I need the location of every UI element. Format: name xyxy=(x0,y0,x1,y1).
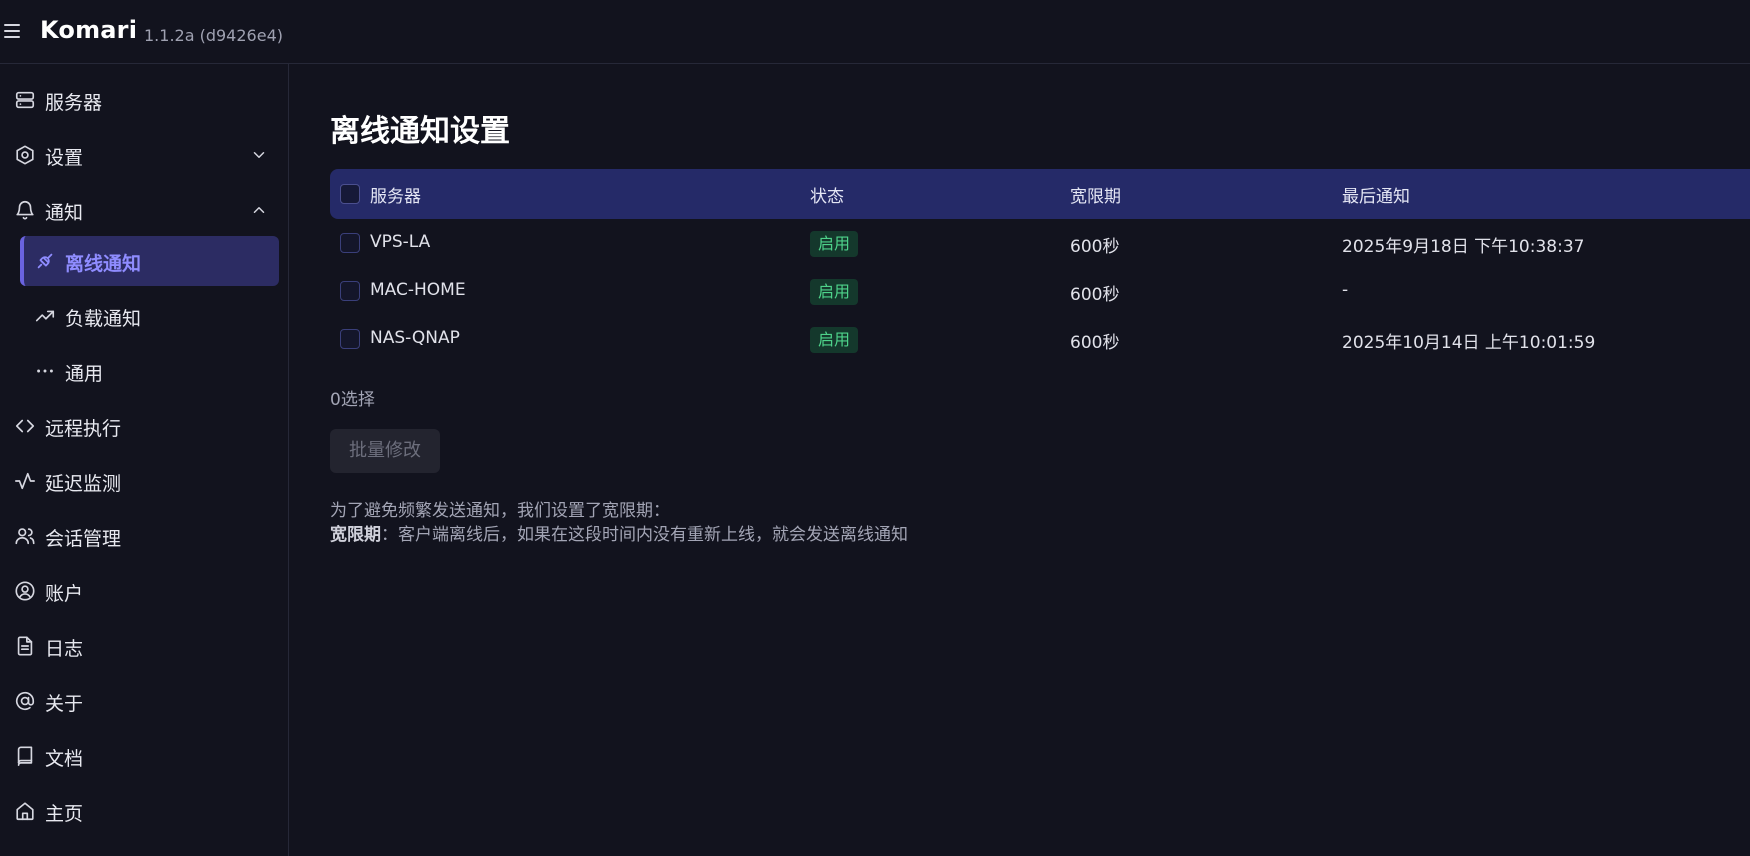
sidebar-item-home[interactable]: 主页 xyxy=(0,787,289,835)
select-all-checkbox[interactable] xyxy=(340,184,360,204)
plug-icon xyxy=(34,250,56,272)
sidebar-item-label: 远程执行 xyxy=(45,418,122,440)
status-badge: 启用 xyxy=(810,279,859,305)
last-notified: 2025年10月14日 上午10:01:59 xyxy=(1342,333,1596,353)
user-circle-icon xyxy=(14,580,36,602)
sidebar-item-label: 通用 xyxy=(65,363,104,385)
sidebar-item-label: 账户 xyxy=(45,583,84,605)
table-row[interactable]: MAC-HOME 启用 600秒 - xyxy=(330,267,1750,315)
trend-up-icon xyxy=(34,305,56,327)
home-icon xyxy=(14,800,36,822)
sidebar-item-load-notifications[interactable]: 负载通知 xyxy=(0,292,289,340)
sidebar-item-settings[interactable]: 设置 xyxy=(0,131,289,179)
grace-note-intro: 为了避免频繁发送通知，我们设置了宽限期： xyxy=(330,501,670,521)
selected-count: 0选择 xyxy=(330,390,375,410)
code-icon xyxy=(14,415,36,437)
sidebar-item-about[interactable]: 关于 xyxy=(0,677,289,725)
sidebar-item-label: 服务器 xyxy=(45,92,103,114)
sidebar-item-label: 通知 xyxy=(45,202,84,224)
grace-period: 600秒 xyxy=(1070,285,1120,305)
top-bar: Komari 1.1.2a (d9426e4) xyxy=(0,0,1750,64)
sidebar: 服务器 设置 通知 离线通知 负载通知 通用 远程执行 延迟监测 会话管理 账户… xyxy=(0,64,289,856)
status-badge: 启用 xyxy=(810,231,859,257)
sidebar-item-label: 延迟监测 xyxy=(45,473,122,495)
bell-icon xyxy=(14,199,36,221)
sidebar-item-general[interactable]: 通用 xyxy=(0,347,289,395)
row-checkbox[interactable] xyxy=(340,329,360,349)
sidebar-item-docs[interactable]: 文档 xyxy=(0,732,289,780)
server-icon xyxy=(14,89,36,111)
sidebar-item-servers[interactable]: 服务器 xyxy=(0,76,289,124)
column-header-status[interactable]: 状态 xyxy=(810,182,844,207)
server-name: MAC-HOME xyxy=(370,280,466,300)
sidebar-item-label: 离线通知 xyxy=(65,253,142,275)
chevron-down-icon xyxy=(250,146,268,164)
column-header-server[interactable]: 服务器 xyxy=(370,182,421,207)
book-icon xyxy=(14,745,36,767)
server-name: NAS-QNAP xyxy=(370,328,460,348)
bulk-edit-button[interactable]: 批量修改 xyxy=(330,429,440,473)
sidebar-item-label: 日志 xyxy=(45,638,84,660)
activity-icon xyxy=(14,470,36,492)
sidebar-item-account[interactable]: 账户 xyxy=(0,567,289,615)
row-checkbox[interactable] xyxy=(340,281,360,301)
table-row[interactable]: NAS-QNAP 启用 600秒 2025年10月14日 上午10:01:59 xyxy=(330,315,1750,363)
page-title: 离线通知设置 xyxy=(330,114,510,149)
sidebar-item-label: 设置 xyxy=(45,147,84,169)
app-name: Komari xyxy=(40,16,138,44)
sidebar-item-offline-notifications[interactable]: 离线通知 xyxy=(0,237,289,285)
offline-notification-table: 服务器 状态 宽限期 最后通知 VPS-LA 启用 600秒 2025年9月18… xyxy=(330,169,1750,363)
sidebar-item-logs[interactable]: 日志 xyxy=(0,622,289,670)
table-header: 服务器 状态 宽限期 最后通知 xyxy=(330,169,1750,219)
sidebar-item-label: 主页 xyxy=(45,803,84,825)
app-version: 1.1.2a (d9426e4) xyxy=(144,26,283,45)
grace-term: 宽限期 xyxy=(330,525,381,545)
last-notified: 2025年9月18日 下午10:38:37 xyxy=(1342,237,1585,257)
sidebar-item-latency[interactable]: 延迟监测 xyxy=(0,457,289,505)
grace-period: 600秒 xyxy=(1070,237,1120,257)
status-badge: 启用 xyxy=(810,327,859,353)
grace-period: 600秒 xyxy=(1070,333,1120,353)
sidebar-item-label: 关于 xyxy=(45,693,84,715)
server-name: VPS-LA xyxy=(370,232,431,252)
sidebar-item-notifications[interactable]: 通知 xyxy=(0,186,289,234)
sidebar-item-label: 负载通知 xyxy=(65,308,142,330)
sidebar-item-label: 文档 xyxy=(45,748,84,770)
settings-icon xyxy=(14,144,36,166)
ellipsis-icon xyxy=(34,360,56,382)
last-notified: - xyxy=(1342,280,1349,300)
row-checkbox[interactable] xyxy=(340,233,360,253)
column-header-grace[interactable]: 宽限期 xyxy=(1070,182,1121,207)
menu-icon[interactable] xyxy=(4,24,20,38)
grace-description: ：客户端离线后，如果在这段时间内没有重新上线，就会发送离线通知 xyxy=(381,525,908,545)
sidebar-item-label: 会话管理 xyxy=(45,528,122,550)
users-icon xyxy=(14,525,36,547)
file-text-icon xyxy=(14,635,36,657)
grace-note-definition: 宽限期：客户端离线后，如果在这段时间内没有重新上线，就会发送离线通知 xyxy=(330,520,908,545)
at-sign-icon xyxy=(14,690,36,712)
sidebar-item-remote-exec[interactable]: 远程执行 xyxy=(0,402,289,450)
table-row[interactable]: VPS-LA 启用 600秒 2025年9月18日 下午10:38:37 xyxy=(330,219,1750,267)
sidebar-item-sessions[interactable]: 会话管理 xyxy=(0,512,289,560)
column-header-last-notified[interactable]: 最后通知 xyxy=(1342,182,1410,207)
chevron-up-icon xyxy=(250,201,268,219)
